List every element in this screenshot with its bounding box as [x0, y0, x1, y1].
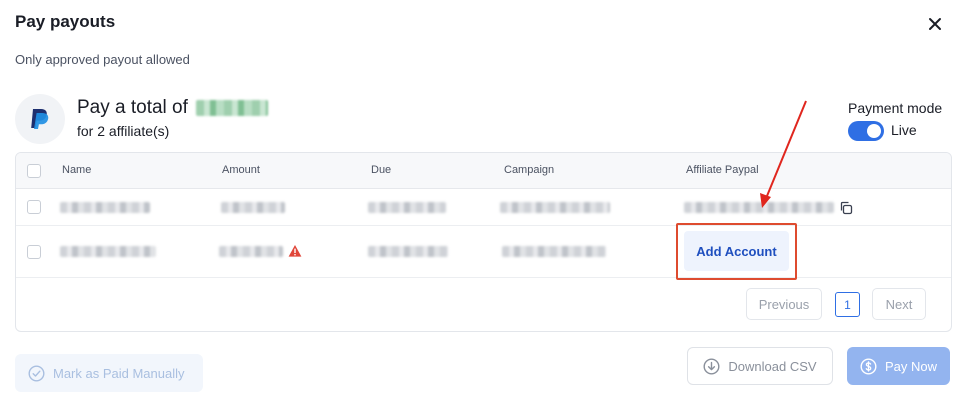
table-row	[16, 189, 951, 226]
modal-title: Pay payouts	[15, 12, 116, 31]
warning-icon	[288, 245, 302, 257]
payout-total: Pay a total of	[77, 97, 268, 119]
due-redacted	[368, 202, 446, 213]
column-header-campaign: Campaign	[504, 164, 555, 176]
due-redacted	[368, 246, 448, 257]
next-page-button[interactable]: Next	[872, 288, 926, 320]
download-icon	[703, 357, 720, 375]
row-checkbox[interactable]	[27, 245, 41, 259]
add-account-button[interactable]: Add Account	[684, 231, 789, 271]
paypal-logo	[15, 94, 65, 144]
campaign-redacted	[502, 246, 606, 257]
payment-mode-value: Live	[891, 122, 917, 138]
copy-icon[interactable]	[839, 201, 853, 215]
modal-subtitle: Only approved payout allowed	[15, 52, 190, 67]
toggle-knob	[867, 124, 881, 138]
pay-now-button[interactable]: Pay Now	[847, 347, 950, 385]
download-csv-label: Download CSV	[728, 358, 817, 374]
payout-total-label: Pay a total of	[77, 97, 188, 118]
amount-redacted	[221, 202, 285, 213]
payment-mode-toggle[interactable]	[848, 121, 884, 141]
amount-redacted	[219, 246, 283, 257]
select-all-checkbox[interactable]	[27, 164, 41, 178]
dollar-circle-icon	[860, 357, 877, 375]
payment-mode-label: Payment mode	[848, 100, 943, 116]
column-header-affiliate-paypal: Affiliate Paypal	[686, 164, 759, 176]
column-header-name: Name	[62, 164, 92, 176]
download-csv-button[interactable]: Download CSV	[687, 347, 833, 385]
paypal-logo-icon	[31, 109, 49, 129]
affiliate-count: for 2 affiliate(s)	[77, 123, 170, 139]
campaign-redacted	[500, 202, 610, 213]
row-checkbox[interactable]	[27, 200, 41, 214]
pay-now-label: Pay Now	[884, 358, 938, 374]
mark-as-paid-button[interactable]: Mark as Paid Manually	[15, 354, 203, 392]
column-header-due: Due	[371, 164, 392, 176]
table-row	[16, 226, 951, 278]
paypal-email-redacted	[684, 202, 834, 213]
affiliate-name-redacted	[60, 246, 156, 257]
close-icon[interactable]	[925, 14, 945, 34]
affiliate-name-redacted	[60, 202, 150, 213]
payouts-table: Name Amount Due Campaign Affiliate Paypa…	[15, 152, 952, 332]
mark-as-paid-label: Mark as Paid Manually	[53, 365, 185, 381]
previous-page-button[interactable]: Previous	[746, 288, 822, 320]
table-header: Name Amount Due Campaign Affiliate Paypa…	[16, 153, 951, 189]
column-header-amount: Amount	[222, 164, 260, 176]
current-page-button[interactable]: 1	[835, 292, 860, 317]
payout-total-amount-redacted	[195, 100, 268, 116]
check-circle-icon	[28, 364, 45, 382]
